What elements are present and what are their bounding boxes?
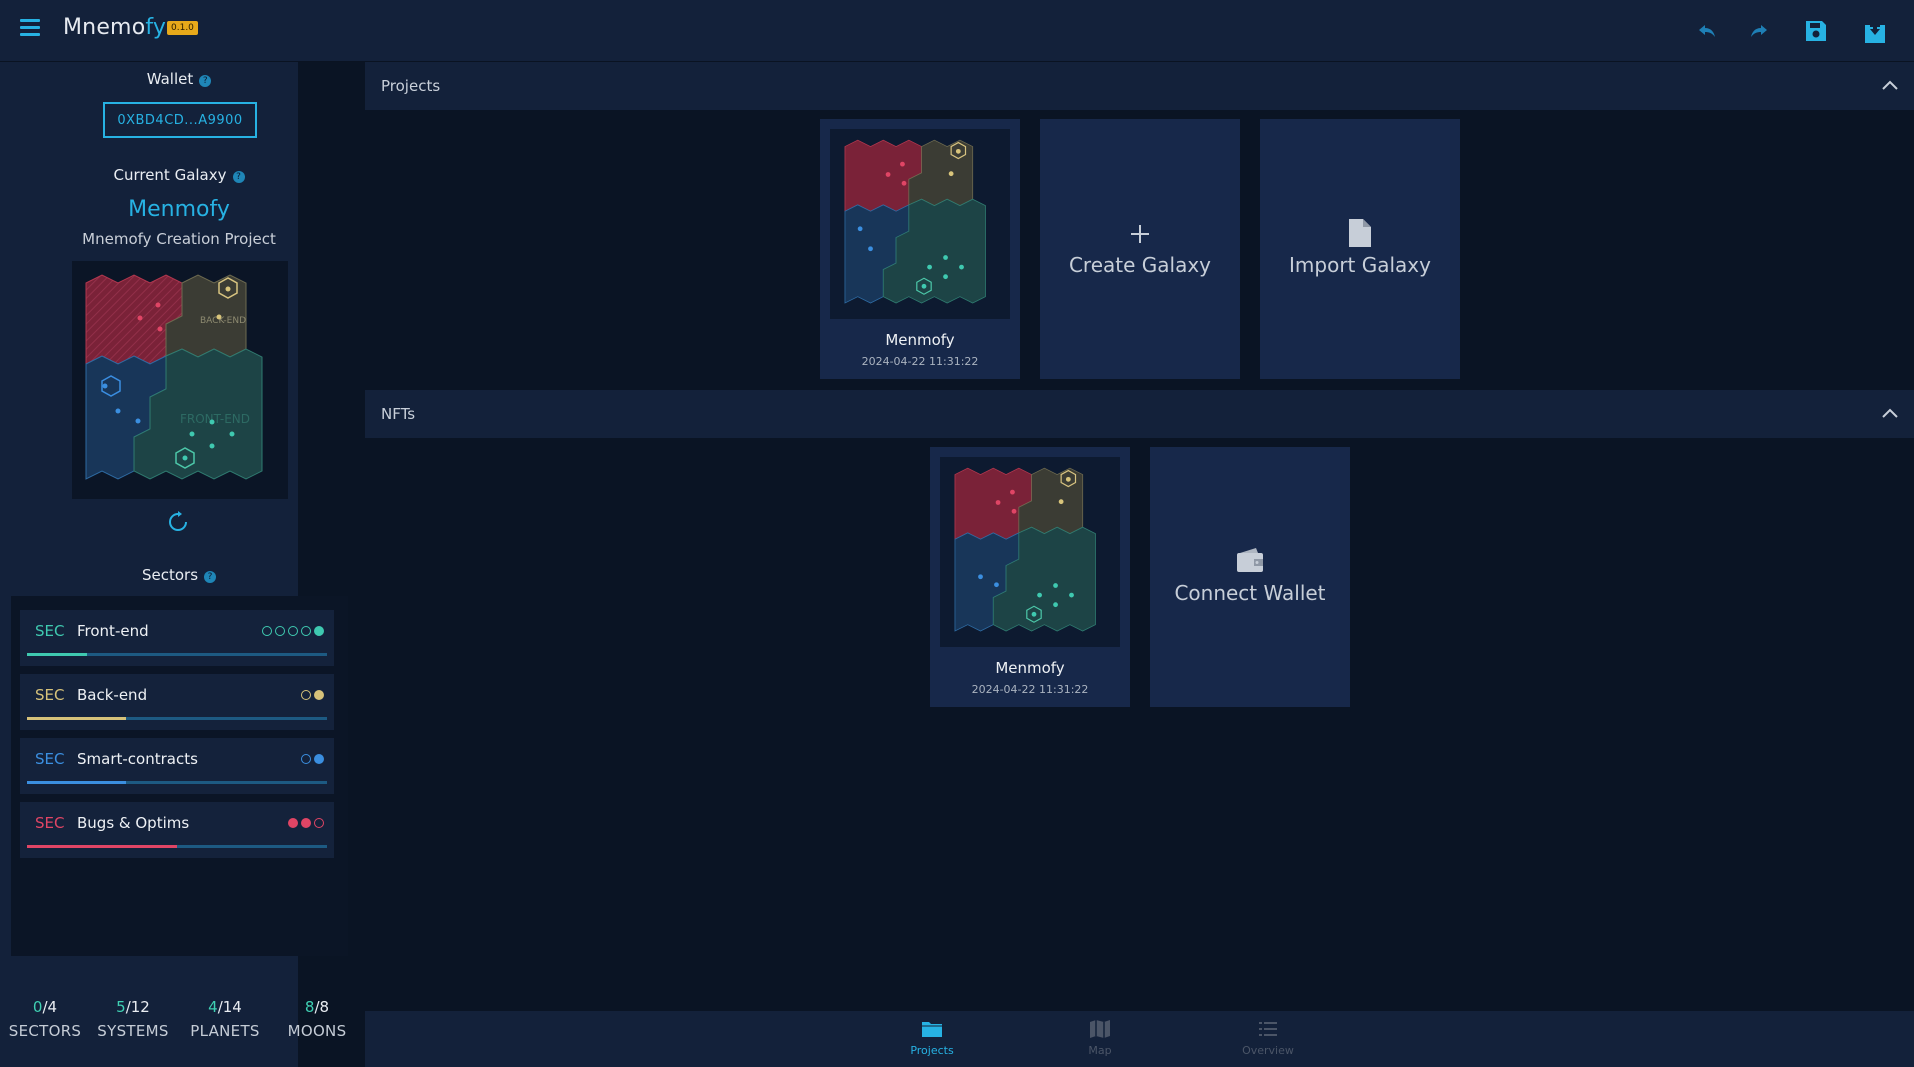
sector-progress-bar <box>27 781 327 784</box>
sector-tag: SEC <box>35 750 65 768</box>
version-badge: 0.1.0 <box>167 21 198 35</box>
stat-total: /12 <box>125 998 150 1016</box>
map-icon <box>1090 1020 1110 1038</box>
stat-sectors: 0/4 SECTORS <box>0 998 90 1040</box>
stat-moons: 8/8 MOONS <box>272 998 362 1040</box>
stat-total: /14 <box>217 998 242 1016</box>
galaxy-map-preview[interactable]: BACK-END FRONT-END <box>72 261 288 499</box>
sectors-list: SEC Front-end SEC Back-end SEC Smart-con… <box>11 596 348 956</box>
sectors-heading: Sectors? <box>0 566 358 584</box>
nav-overview[interactable]: Overview <box>1228 1019 1308 1057</box>
galaxy-map-image: BACK-END FRONT-END <box>85 274 263 480</box>
stat-total: /4 <box>42 998 58 1016</box>
progress-stats: 0/4 SECTORS 5/12 SYSTEMS 4/14 PLANETS 8/… <box>0 998 358 1058</box>
sector-status-dots <box>301 754 324 766</box>
sectors-label: Sectors <box>141 566 199 584</box>
wallet-address-button[interactable]: 0XBD4CD...A9900 <box>103 102 257 138</box>
galaxy-subtitle: Mnemofy Creation Project <box>82 230 276 248</box>
app-name-main: Mnemo <box>63 15 146 40</box>
nav-projects[interactable]: Projects <box>892 1019 972 1057</box>
plus-icon <box>1128 222 1152 246</box>
save-icon[interactable] <box>1802 17 1830 45</box>
sector-tag: SEC <box>35 622 65 640</box>
projects-title: Projects <box>381 77 441 95</box>
import-galaxy-card[interactable]: Import Galaxy <box>1260 119 1460 379</box>
stat-planets: 4/14 PLANETS <box>180 998 270 1040</box>
sidebar: Wallet? 0XBD4CD...A9900 Current Galaxy? … <box>0 62 348 1067</box>
map-label-frontend: FRONT-END <box>180 412 250 426</box>
galaxy-name: Menmofy <box>128 197 230 222</box>
create-galaxy-label: Create Galaxy <box>1068 253 1212 277</box>
list-icon <box>1259 1022 1277 1036</box>
chevron-up-icon[interactable] <box>1880 404 1900 424</box>
app-title: Mnemofy <box>63 15 166 40</box>
projects-section-header[interactable]: Projects <box>365 62 1914 110</box>
stat-total: /8 <box>314 998 330 1016</box>
stat-label: MOONS <box>287 1022 347 1040</box>
map-label-backend: BACK-END <box>200 316 246 326</box>
help-icon[interactable]: ? <box>232 171 245 183</box>
sector-status-dots <box>262 626 324 638</box>
app-header: Mnemofy 0.1.0 <box>0 0 1914 62</box>
help-icon[interactable]: ? <box>199 75 212 87</box>
app-name-accent: fy <box>145 15 167 40</box>
nfts-title: NFTs <box>381 405 416 423</box>
stat-label: SYSTEMS <box>97 1022 169 1040</box>
nft-card-menmofy[interactable]: Menmofy 2024-04-22 11:31:22 <box>930 447 1130 707</box>
stat-label: SECTORS <box>8 1022 82 1040</box>
menu-icon[interactable] <box>20 19 46 41</box>
sector-item-back-end[interactable]: SEC Back-end <box>20 674 334 730</box>
refresh-icon[interactable] <box>166 510 190 534</box>
project-name: Menmofy <box>885 331 955 349</box>
sector-item-bugs-optims[interactable]: SEC Bugs & Optims <box>20 802 334 858</box>
sector-item-smart-contracts[interactable]: SEC Smart-contracts <box>20 738 334 794</box>
bottom-navigation: Projects Map Overview <box>365 1011 1914 1067</box>
nav-label: Map <box>1088 1044 1112 1057</box>
sector-name: Back-end <box>77 686 148 704</box>
sector-name: Smart-contracts <box>77 750 198 768</box>
wallet-heading: Wallet? <box>0 70 358 88</box>
stat-systems: 5/12 SYSTEMS <box>88 998 178 1040</box>
stat-done: 4 <box>208 998 218 1016</box>
project-date: 2024-04-22 11:31:22 <box>861 355 979 368</box>
nav-label: Overview <box>1242 1044 1294 1057</box>
nav-label: Projects <box>910 1044 954 1057</box>
current-galaxy-label: Current Galaxy <box>113 166 227 184</box>
nav-map[interactable]: Map <box>1060 1019 1140 1057</box>
redo-icon[interactable] <box>1745 17 1773 45</box>
import-galaxy-label: Import Galaxy <box>1289 253 1431 277</box>
nfts-section-header[interactable]: NFTs <box>365 390 1914 438</box>
file-icon <box>1349 219 1371 247</box>
chevron-up-icon[interactable] <box>1880 76 1900 96</box>
sector-tag: SEC <box>35 814 65 832</box>
galaxy-thumbnail <box>830 129 1010 319</box>
folder-icon <box>922 1022 942 1037</box>
sector-status-dots <box>288 818 324 830</box>
undo-icon[interactable] <box>1693 17 1721 45</box>
wallet-label: Wallet <box>146 70 194 88</box>
sector-tag: SEC <box>35 686 65 704</box>
sector-status-dots <box>301 690 324 702</box>
create-galaxy-card[interactable]: Create Galaxy <box>1040 119 1240 379</box>
sector-item-front-end[interactable]: SEC Front-end <box>20 610 334 666</box>
stat-done: 5 <box>116 998 126 1016</box>
connect-wallet-card[interactable]: Connect Wallet <box>1150 447 1350 707</box>
nft-date: 2024-04-22 11:31:22 <box>971 683 1089 696</box>
sector-name: Front-end <box>77 622 149 640</box>
download-icon[interactable] <box>1861 17 1889 45</box>
sector-progress-bar <box>27 845 327 848</box>
stat-label: PLANETS <box>190 1022 260 1040</box>
wallet-icon <box>1236 547 1264 573</box>
current-galaxy-heading: Current Galaxy? <box>0 166 358 184</box>
nft-name: Menmofy <box>995 659 1065 677</box>
sector-name: Bugs & Optims <box>77 814 190 832</box>
sector-progress-bar <box>27 717 327 720</box>
sector-progress-bar <box>27 653 327 656</box>
project-card-menmofy[interactable]: Menmofy 2024-04-22 11:31:22 <box>820 119 1020 379</box>
connect-wallet-label: Connect Wallet <box>1174 581 1326 605</box>
galaxy-thumbnail <box>940 457 1120 647</box>
help-icon[interactable]: ? <box>204 571 217 583</box>
